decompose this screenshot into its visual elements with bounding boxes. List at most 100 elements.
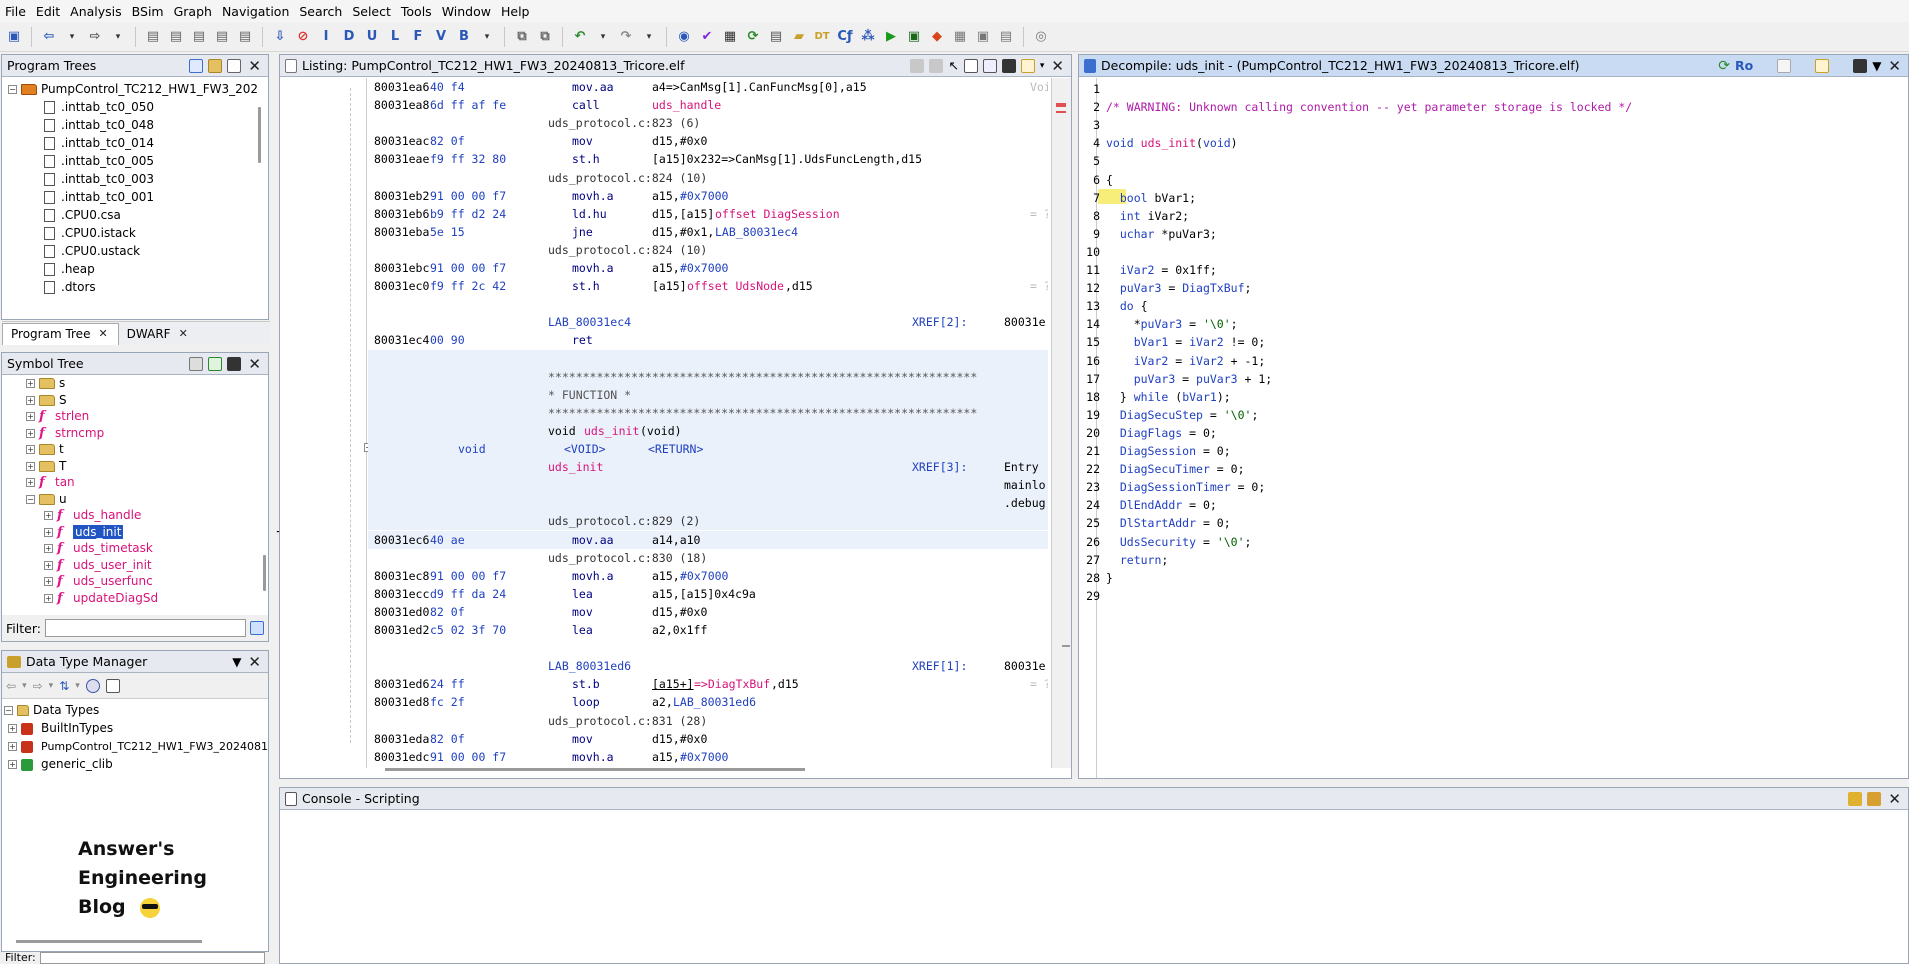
menu-file[interactable]: File xyxy=(0,4,31,19)
symbol-tree-item[interactable]: + f uds_userfunc xyxy=(2,573,268,590)
code-token[interactable]: DlEndAddr xyxy=(1120,498,1182,512)
dtm-item-program[interactable]: + PumpControl_TC212_HW1_FW3_2024081 xyxy=(2,737,268,755)
expand-icon[interactable]: + xyxy=(26,461,35,471)
instruction-address[interactable]: 80031ec6 xyxy=(374,533,429,548)
instruction-mnemonic[interactable]: jne xyxy=(572,225,593,240)
menu-graph[interactable]: Graph xyxy=(169,4,217,19)
copy-icon[interactable] xyxy=(1777,58,1792,73)
code-token[interactable]: DiagTxBuf xyxy=(1182,281,1244,295)
disassemble-icon[interactable]: I xyxy=(316,27,336,47)
instruction-address[interactable]: 80031ed0 xyxy=(374,605,429,620)
decompile-line[interactable]: 29 xyxy=(1086,589,1106,604)
dropdown-icon[interactable]: ▾ xyxy=(593,27,613,47)
expand-icon[interactable]: + xyxy=(26,395,35,405)
panel-splitter[interactable] xyxy=(271,54,279,964)
code-token[interactable]: bVar1 xyxy=(1134,335,1169,349)
menu-window[interactable]: Window xyxy=(437,4,496,19)
instruction-address[interactable]: 80031ed6 xyxy=(374,677,429,692)
decompile-line[interactable]: 5 xyxy=(1086,154,1106,169)
instruction-operand[interactable]: a15, xyxy=(652,750,680,765)
label-icon[interactable]: L xyxy=(385,27,405,47)
variable-icon[interactable]: V xyxy=(431,27,451,47)
instruction-address[interactable]: 80031ecc xyxy=(374,587,429,602)
program-tree-item[interactable]: .CPU0.ustack xyxy=(2,242,268,260)
symbol-tree-item[interactable]: + s xyxy=(2,375,268,392)
instruction-mnemonic[interactable]: loop xyxy=(572,695,600,710)
table-icon[interactable]: ▦ xyxy=(950,27,970,47)
collapse-all-icon[interactable] xyxy=(105,678,120,693)
code-token[interactable]: DiagSession xyxy=(1120,444,1196,458)
instruction-mnemonic[interactable]: mov.aa xyxy=(572,533,614,548)
code-token[interactable]: bVar1 xyxy=(1182,390,1217,404)
instruction-operand[interactable]: [a15]0x232=>CanMsg[1].UdsFuncLength,d15 xyxy=(652,152,922,167)
decompile-line[interactable]: 23 DiagSessionTimer = 0; xyxy=(1086,480,1265,495)
collapse-icon[interactable]: − xyxy=(4,706,13,715)
instruction-mnemonic[interactable]: mov.aa xyxy=(572,80,614,95)
instruction-operand[interactable]: d15,#0x1, xyxy=(652,225,714,240)
instruction-operand[interactable]: #0x7000 xyxy=(680,750,728,765)
program-tree-item[interactable]: .inttab_tc0_050 xyxy=(2,98,268,116)
instruction-operand[interactable]: a2,0x1ff xyxy=(652,623,707,638)
code-label[interactable]: LAB_80031ec4 xyxy=(548,315,631,330)
menu-tools[interactable]: Tools xyxy=(396,4,437,19)
decompile-line[interactable]: 26 UdsSecurity = '\0'; xyxy=(1086,535,1251,550)
decompile-line[interactable]: 28} xyxy=(1086,571,1113,586)
redo-icon[interactable]: ↷ xyxy=(616,27,636,47)
dropdown-icon[interactable]: ▾ xyxy=(477,27,497,47)
dropdown-icon[interactable]: ▾ xyxy=(22,681,27,691)
sort-icon[interactable]: ⇅ xyxy=(59,679,69,693)
instruction-address[interactable]: 80031eda xyxy=(374,732,429,747)
instruction-address[interactable]: 80031ed8 xyxy=(374,695,429,710)
decompile-line[interactable]: 14 *puVar3 = '\0'; xyxy=(1086,317,1237,332)
code-token[interactable]: DiagSecuTimer xyxy=(1120,462,1210,476)
paste-icon[interactable] xyxy=(929,58,944,73)
decompile-line[interactable]: 4 void uds_init(void) xyxy=(1086,136,1238,151)
dtm-item-generic-clib[interactable]: + generic_clib xyxy=(2,755,268,773)
function-signature-name[interactable]: uds_init xyxy=(584,424,639,439)
dropdown-icon[interactable]: ▼ xyxy=(1872,59,1881,73)
symbol-tree-item[interactable]: + T xyxy=(2,458,268,475)
program-tree-item[interactable]: .heap xyxy=(2,260,268,278)
decompile-line[interactable]: 2 /* WARNING: Unknown calling convention … xyxy=(1086,100,1632,115)
program-tree-item[interactable]: .dtors xyxy=(2,278,268,295)
next-data-icon[interactable]: ▤ xyxy=(143,27,163,47)
instruction-mnemonic[interactable]: call xyxy=(572,98,600,113)
globe-icon[interactable]: ◉ xyxy=(674,27,694,47)
decompile-line[interactable]: 1 xyxy=(1086,82,1106,97)
refresh-icon[interactable]: ⟳ xyxy=(1718,58,1730,74)
symbol-tree-item[interactable]: + f strncmp xyxy=(2,425,268,442)
function-graph-icon[interactable]: Cƒ xyxy=(835,27,855,47)
folder-icon[interactable]: ▰ xyxy=(789,27,809,47)
decompile-line[interactable]: 18 } while (bVar1); xyxy=(1086,390,1231,405)
symbol-tree-item[interactable]: + f uds_handle xyxy=(2,507,268,524)
filter-options-icon[interactable] xyxy=(250,621,264,635)
menu-edit[interactable]: Edit xyxy=(31,4,65,19)
undefined-icon[interactable]: U xyxy=(362,27,382,47)
expand-icon[interactable]: + xyxy=(26,478,35,487)
instruction-address[interactable]: 80031ea8 xyxy=(374,98,429,113)
function-label[interactable]: uds_init xyxy=(548,460,603,475)
instruction-address[interactable]: 80031ed2 xyxy=(374,623,429,638)
instruction-mnemonic[interactable]: movh.a xyxy=(572,189,614,204)
code-token[interactable]: DlStartAddr xyxy=(1120,516,1196,530)
decompile-line[interactable]: 7 bool bVar1; xyxy=(1086,191,1196,206)
expand-icon[interactable]: + xyxy=(26,379,35,388)
decompile-line[interactable]: 11 iVar2 = 0x1ff; xyxy=(1086,263,1217,278)
instruction-mnemonic[interactable]: mov xyxy=(572,605,593,620)
dropdown-icon[interactable]: ▾ xyxy=(49,681,54,691)
lock-icon[interactable] xyxy=(1848,791,1863,806)
close-icon[interactable]: ✕ xyxy=(96,323,109,345)
cursor-icon[interactable]: ↖ xyxy=(948,58,958,73)
expand-icon[interactable]: + xyxy=(44,577,53,586)
menu-search[interactable]: Search xyxy=(294,4,347,19)
instruction-address[interactable]: 80031ebc xyxy=(374,261,429,276)
dt-icon[interactable]: DT xyxy=(812,27,832,47)
instruction-address[interactable]: 80031eb2 xyxy=(374,189,429,204)
instruction-address[interactable]: 80031edc xyxy=(374,750,429,765)
instruction-operand[interactable]: #0x7000 xyxy=(680,189,728,204)
back-icon[interactable]: ⇦ xyxy=(39,27,59,47)
program-tree-item[interactable]: .CPU0.csa xyxy=(2,206,268,224)
xref-address[interactable]: 80031e xyxy=(1004,659,1046,674)
instruction-operand[interactable]: a4=>CanMsg[1].CanFuncMsg[0],a15 xyxy=(652,80,867,95)
symbol-tree-item[interactable]: + f uds_timetask xyxy=(2,540,268,557)
